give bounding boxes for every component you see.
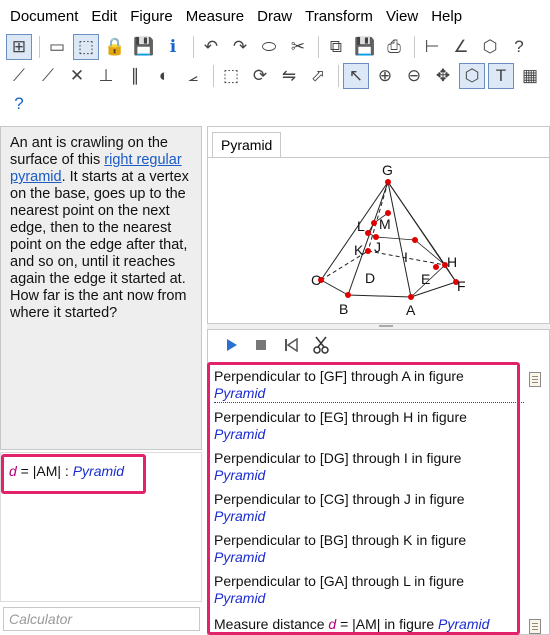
problem-text-part-2: . It starts at a vertex on the base, goe…	[10, 169, 189, 321]
save-icon[interactable]: 💾	[131, 34, 157, 60]
label-G: G	[382, 162, 393, 178]
label-L: L	[357, 218, 365, 234]
label-E: E	[421, 271, 430, 287]
label-D: D	[365, 270, 375, 286]
figure-panel: Pyramid G L M K J I H C D E F B A	[207, 126, 550, 324]
eraser-icon[interactable]: ⬭	[256, 34, 282, 60]
help-shape-icon[interactable]: ?	[506, 34, 532, 60]
toolbar-row-1: ⊞ ▭ ⬚ 🔒 💾 ℹ ↶ ↷ ⬭ ✂ ⧉ 💾 ⎙ ⊢ ∠ ⬡?	[6, 33, 535, 61]
splitter-grip[interactable]	[379, 325, 393, 327]
fit-icon[interactable]: ✥	[430, 63, 456, 89]
label-A: A	[406, 302, 416, 318]
label-M: M	[379, 216, 391, 232]
menu-view[interactable]: View	[376, 8, 418, 25]
menu-figure[interactable]: Figure	[120, 8, 173, 25]
toolbar: ⊞ ▭ ⬚ 🔒 💾 ℹ ↶ ↷ ⬭ ✂ ⧉ 💾 ⎙ ⊢ ∠ ⬡? ⟋ ⟋ ✕ ⊥ ∥ ◐ ⦟ ⬚ ⟳ ⇋ ⬀ ↖ ⊕ ⊖ ✥ ⬡ T ▦ ?	[0, 33, 550, 121]
pointer-icon[interactable]: ↖	[343, 63, 369, 89]
print-icon[interactable]: ⎙	[381, 34, 407, 60]
lock-icon[interactable]: 🔒	[102, 34, 128, 60]
toolbar-separator	[193, 36, 194, 58]
toolbar-separator	[39, 36, 40, 58]
label-F: F	[457, 278, 466, 294]
redo-icon[interactable]: ↷	[227, 34, 253, 60]
label-K: K	[354, 242, 364, 258]
steps-toolbar	[208, 330, 549, 360]
label-I: I	[404, 249, 408, 265]
segment-tool-icon[interactable]: ⟋	[35, 63, 61, 89]
help-icon[interactable]: ?	[6, 91, 32, 117]
label-J: J	[374, 239, 381, 255]
outline-icon[interactable]: ⊞	[6, 34, 32, 60]
delete-icon[interactable]: ✂	[285, 34, 311, 60]
toolbar-separator	[318, 36, 319, 58]
grid-icon[interactable]: ▦	[517, 63, 543, 89]
menu-measure[interactable]: Measure	[176, 8, 244, 25]
formula-highlight	[1, 454, 146, 494]
menu-bar: Document Edit Figure Measure Draw Transf…	[0, 0, 550, 33]
menu-help[interactable]: Help	[421, 8, 462, 25]
label-H: H	[447, 254, 457, 270]
menu-transform[interactable]: Transform	[295, 8, 373, 25]
measure-tool-icon[interactable]: ⊢	[419, 34, 445, 60]
text-tool-icon[interactable]: T	[488, 63, 514, 89]
toolbar-separator	[338, 65, 339, 87]
toolbar-separator	[213, 65, 214, 87]
intersect-tool-icon[interactable]: ✕	[64, 63, 90, 89]
label-C: C	[311, 272, 321, 288]
perp-tool-icon[interactable]: ⊥	[93, 63, 119, 89]
undo-icon[interactable]: ↶	[198, 34, 224, 60]
rewind-icon[interactable]	[280, 334, 302, 356]
new-doc-icon[interactable]: ▭	[44, 34, 70, 60]
document-icon[interactable]	[529, 619, 541, 634]
menu-document[interactable]: Document	[0, 8, 78, 25]
scissors-icon[interactable]	[310, 334, 332, 356]
cube-view-icon[interactable]: ⬡	[459, 63, 485, 89]
toolbar-separator	[414, 36, 415, 58]
solid-icon[interactable]: ⬡	[477, 34, 503, 60]
point-tool-icon[interactable]: ⟋	[6, 63, 32, 89]
angle-bisector-icon[interactable]: ⦟	[180, 63, 206, 89]
label-B: B	[339, 301, 348, 317]
menu-draw[interactable]: Draw	[247, 8, 292, 25]
info-icon[interactable]: ℹ	[160, 34, 186, 60]
zoom-in-icon[interactable]: ⊕	[372, 63, 398, 89]
zoom-out-icon[interactable]: ⊖	[401, 63, 427, 89]
angle-tool-icon[interactable]: ∠	[448, 34, 474, 60]
menu-edit[interactable]: Edit	[81, 8, 117, 25]
parallel-tool-icon[interactable]: ∥	[122, 63, 148, 89]
save-figure-icon[interactable]: 💾	[352, 34, 378, 60]
move-tool-icon[interactable]: ⬚	[218, 63, 244, 89]
select-doc-icon[interactable]: ⬚	[73, 34, 99, 60]
steps-highlight	[207, 362, 520, 635]
midpoint-tool-icon[interactable]: ◐	[151, 63, 177, 89]
problem-text: An ant is crawling on the surface of thi…	[10, 135, 200, 322]
reflect-tool-icon[interactable]: ⇋	[276, 63, 302, 89]
rotate-tool-icon[interactable]: ⟳	[247, 63, 273, 89]
toolbar-row-2: ⟋ ⟋ ✕ ⊥ ∥ ◐ ⦟ ⬚ ⟳ ⇋ ⬀ ↖ ⊕ ⊖ ✥ ⬡ T ▦	[6, 62, 546, 90]
copy-icon[interactable]: ⧉	[323, 34, 349, 60]
problem-panel: An ant is crawling on the surface of thi…	[0, 126, 202, 450]
stop-icon[interactable]	[250, 334, 272, 356]
calculator-input[interactable]: Calculator	[3, 607, 200, 631]
scale-tool-icon[interactable]: ⬀	[305, 63, 331, 89]
document-icon[interactable]	[529, 372, 541, 387]
toolbar-row-3: ?	[6, 90, 35, 118]
play-icon[interactable]	[220, 334, 242, 356]
pyramid-figure[interactable]: G L M K J I H C D E F B A	[208, 127, 549, 323]
